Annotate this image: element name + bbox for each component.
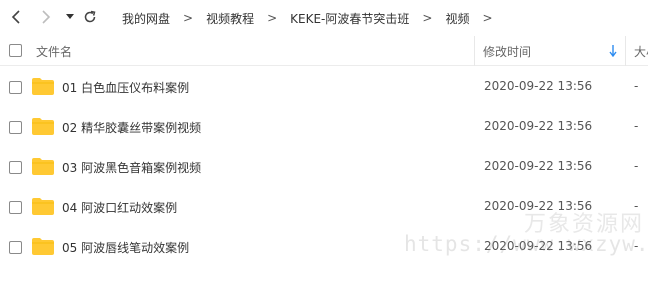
file-row[interactable]: 05 阿波唇线笔动效案例 2020-09-22 13:56 - (0, 227, 648, 267)
row-checkbox[interactable] (9, 201, 22, 214)
file-list-header: 文件名 修改时间 大小 (0, 36, 648, 66)
breadcrumb-item[interactable]: KEKE-阿波春节突击班 (282, 10, 417, 27)
breadcrumb-separator-icon: > (183, 11, 194, 25)
caret-down-icon[interactable] (64, 7, 76, 27)
folder-icon (32, 198, 54, 215)
file-size: - (634, 239, 639, 253)
file-name[interactable]: 05 阿波唇线笔动效案例 (62, 239, 189, 256)
arrow-down-icon[interactable] (609, 45, 617, 57)
chevron-right-icon[interactable] (36, 7, 56, 27)
breadcrumb-item-current[interactable]: 视频 (437, 10, 477, 27)
file-name[interactable]: 02 精华胶囊丝带案例视频 (62, 119, 201, 136)
column-header-size[interactable]: 大小 (634, 43, 648, 60)
row-checkbox[interactable] (9, 241, 22, 254)
refresh-icon[interactable] (80, 7, 100, 27)
breadcrumb-item[interactable]: 视频教程 (198, 10, 262, 27)
file-modified: 2020-09-22 13:56 (484, 159, 593, 173)
folder-icon (32, 238, 54, 255)
file-modified: 2020-09-22 13:56 (484, 199, 593, 213)
file-name[interactable]: 03 阿波黑色音箱案例视频 (62, 159, 201, 176)
folder-icon (32, 118, 54, 135)
breadcrumb-separator-icon[interactable]: > (477, 11, 497, 25)
file-row[interactable]: 01 白色血压仪布料案例 2020-09-22 13:56 - (0, 67, 648, 107)
file-size: - (634, 199, 639, 213)
file-row[interactable]: 03 阿波黑色音箱案例视频 2020-09-22 13:56 - (0, 147, 648, 187)
file-row[interactable]: 02 精华胶囊丝带案例视频 2020-09-22 13:56 - (0, 107, 648, 147)
select-all-checkbox[interactable] (9, 44, 22, 57)
folder-icon (32, 158, 54, 175)
row-checkbox[interactable] (9, 81, 22, 94)
column-divider[interactable] (474, 36, 475, 66)
row-checkbox[interactable] (9, 161, 22, 174)
folder-icon (32, 78, 54, 95)
breadcrumb-separator-icon: > (422, 11, 433, 25)
file-name[interactable]: 01 白色血压仪布料案例 (62, 79, 189, 96)
chevron-left-icon[interactable] (6, 7, 26, 27)
breadcrumb-item[interactable]: 我的网盘 (114, 10, 178, 27)
file-name[interactable]: 04 阿波口红动效案例 (62, 199, 177, 216)
file-modified: 2020-09-22 13:56 (484, 119, 593, 133)
column-header-name[interactable]: 文件名 (36, 43, 72, 60)
navigation-toolbar: 我的网盘 > 视频教程 > KEKE-阿波春节突击班 > 视频 > (0, 0, 648, 34)
column-divider[interactable] (625, 36, 626, 66)
file-row[interactable]: 04 阿波口红动效案例 2020-09-22 13:56 - (0, 187, 648, 227)
breadcrumb: 我的网盘 > 视频教程 > KEKE-阿波春节突击班 > 视频 > (114, 9, 498, 27)
file-modified: 2020-09-22 13:56 (484, 79, 593, 93)
column-header-modified[interactable]: 修改时间 (483, 43, 531, 60)
file-size: - (634, 79, 639, 93)
breadcrumb-separator-icon: > (267, 11, 278, 25)
file-size: - (634, 119, 639, 133)
file-modified: 2020-09-22 13:56 (484, 239, 593, 253)
file-size: - (634, 159, 639, 173)
row-checkbox[interactable] (9, 121, 22, 134)
